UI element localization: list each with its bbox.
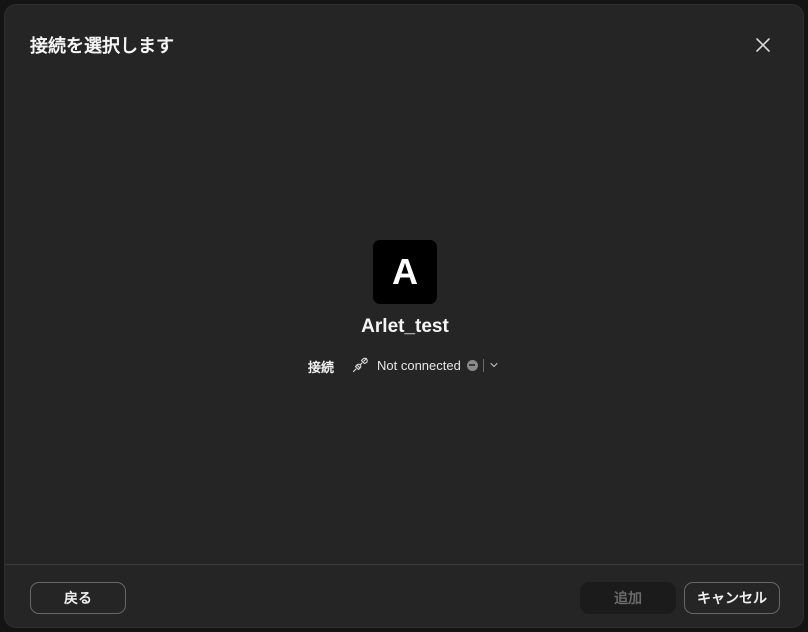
dialog-title: 接続を選択します [30, 36, 174, 57]
agent-name: Arlet_test [361, 316, 449, 337]
agent-avatar: A [373, 240, 437, 304]
chevron-down-icon [488, 359, 500, 371]
cancel-button[interactable]: キャンセル [684, 582, 780, 614]
close-button[interactable] [751, 33, 775, 57]
back-button[interactable]: 戻る [30, 582, 126, 614]
footer-divider [5, 564, 803, 565]
connection-label: 接続 [308, 361, 335, 376]
add-button[interactable]: 追加 [580, 582, 676, 614]
select-connection-dialog: 接続を選択します A Arlet_test 接続 Not connected 戻… [4, 4, 804, 628]
connection-status: Not connected [377, 357, 461, 373]
status-dot-icon [466, 359, 478, 371]
connection-select[interactable]: Not connected [351, 355, 500, 375]
divider [482, 358, 484, 372]
plug-icon [351, 356, 369, 374]
close-icon [755, 37, 771, 53]
connection-row: 接続 Not connected [5, 355, 805, 376]
